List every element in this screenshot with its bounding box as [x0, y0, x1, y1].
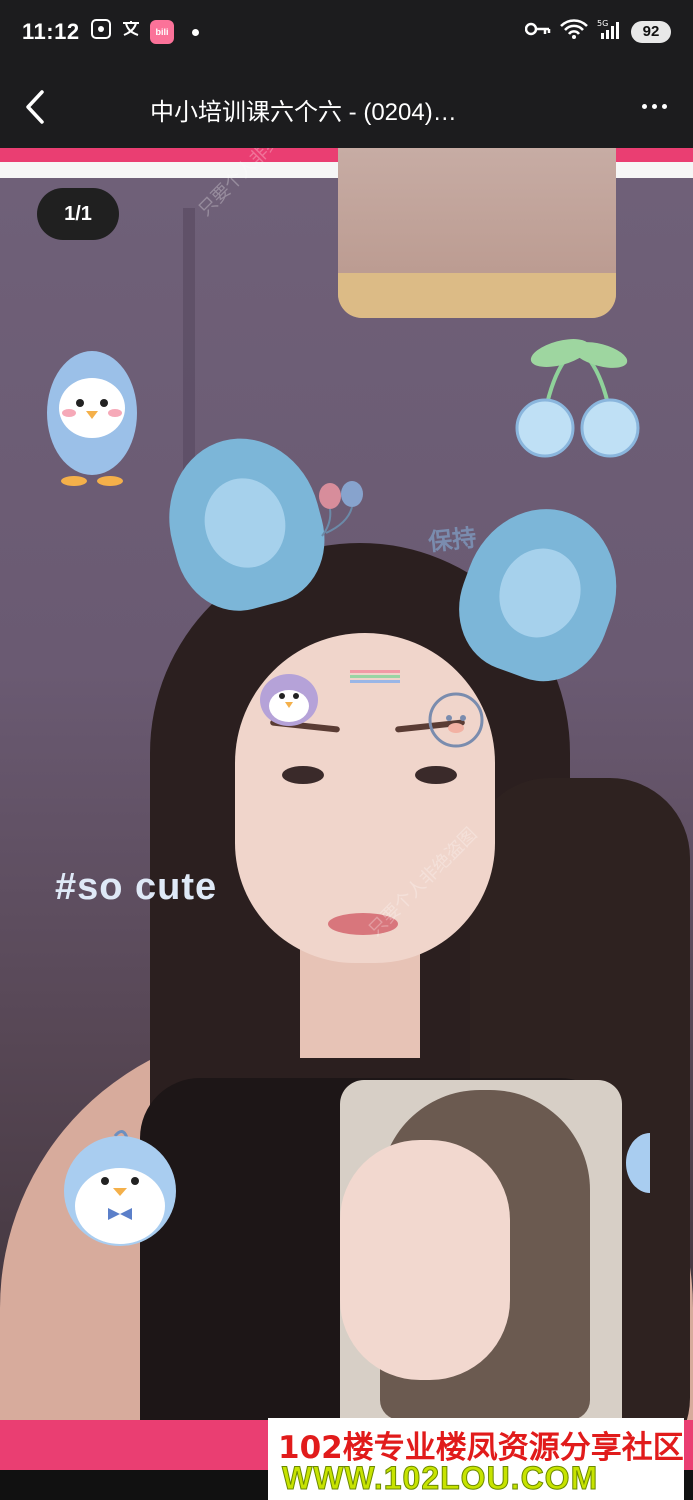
- status-icons-left: bili: [90, 18, 199, 46]
- banner-url: WWW.102LOU.COM: [281, 1460, 599, 1497]
- notification-dot: [192, 28, 199, 36]
- status-time: 11:12: [22, 19, 80, 44]
- bird-cheek-sticker-icon: [428, 688, 484, 753]
- more-dots-icon: [641, 103, 647, 109]
- network-label: 5G: [597, 19, 608, 28]
- screenshot-icon: [90, 18, 112, 46]
- hashtag-text: #so cute: [55, 866, 218, 908]
- battery-indicator: 92: [631, 20, 671, 43]
- image-viewer[interactable]: 保持 #so cute 只要个人非绝盗图 只要个人非绝盗图: [0, 148, 693, 1470]
- inset-photo-top: [338, 148, 616, 318]
- inset-photo-bottom: [340, 1080, 622, 1420]
- translate-icon: [120, 18, 142, 46]
- page-title: 中小培训课六个六 - (0204)…: [150, 99, 457, 126]
- chevron-left-icon: [26, 90, 44, 124]
- cherry-sticker-icon: [515, 333, 640, 468]
- signal-icon: 5G: [597, 18, 623, 45]
- key-icon: [524, 21, 551, 42]
- face-sticker-text: 保持: [426, 523, 478, 557]
- penguin-cheek-sticker-icon: [258, 668, 320, 733]
- penguin-bowtie-sticker-icon: [60, 1126, 180, 1256]
- back-button[interactable]: [14, 84, 60, 130]
- wifi-icon: [559, 18, 589, 45]
- status-icons-right: 5G 92: [524, 18, 671, 45]
- penguin-sticker-icon: [42, 343, 142, 493]
- image-counter: 1/1: [37, 188, 119, 240]
- bilibili-app-icon: bili: [150, 20, 174, 44]
- partial-sticker-icon: [620, 1123, 674, 1198]
- status-bar: 11:12 bili 5G 92: [0, 0, 693, 66]
- more-options-button[interactable]: [631, 86, 677, 126]
- rainbow-sticker-icon: [350, 670, 400, 689]
- top-navigation-bar: 中小培训课六个六 - (0204)…: [0, 66, 693, 148]
- site-banner: 102楼专业楼凤资源分享社区 WWW.102LOU.COM: [268, 1418, 684, 1500]
- balloon-sticker-icon: [312, 478, 372, 543]
